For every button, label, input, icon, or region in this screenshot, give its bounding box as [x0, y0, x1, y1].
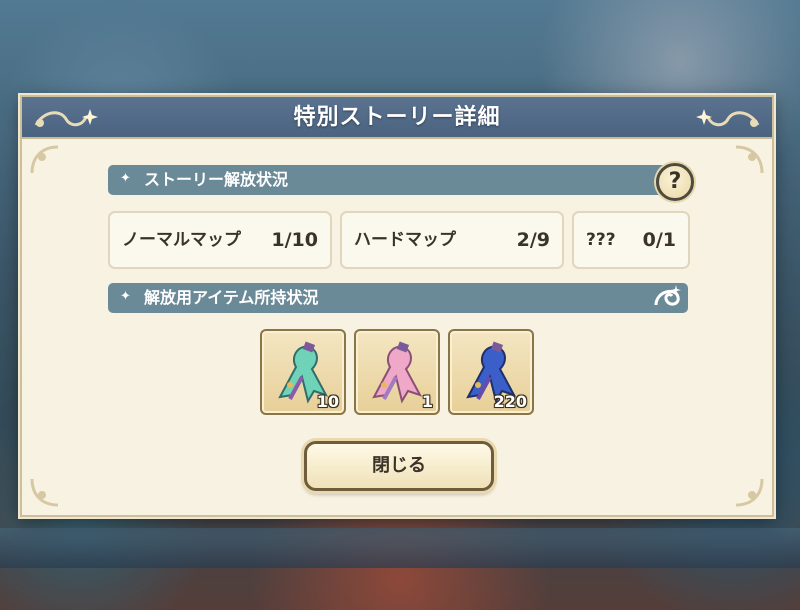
close-button[interactable]: 閉じる	[304, 441, 494, 491]
item-status-section-bar: ✦ 解放用アイテム所持状況	[108, 283, 688, 313]
dialog-header: 特別ストーリー詳細	[22, 97, 772, 139]
hard-map-status: ハードマップ 2/9	[340, 211, 564, 269]
dialog-title: 特別ストーリー詳細	[293, 105, 501, 130]
swirl-ornament-icon	[654, 285, 681, 306]
normal-map-status: ノーマルマップ 1/10	[108, 211, 332, 269]
story-status-section-bar: ✦ ストーリー解放状況	[108, 165, 688, 195]
corner-ornament-icon	[30, 145, 59, 174]
secret-map-status: ??? 0/1	[572, 211, 690, 269]
corner-ornament-icon	[735, 145, 764, 174]
map-progress: 1/10	[271, 229, 318, 251]
map-progress: 0/1	[642, 229, 676, 251]
item-slot-teal-ribbon[interactable]: 10	[260, 329, 346, 415]
story-status-label: ストーリー解放状況	[144, 170, 289, 189]
map-name: ハードマップ	[354, 230, 456, 250]
special-story-dialog: 特別ストーリー詳細 ✦ ストーリー解放状況 ? ノーマルマップ 1/10 ハード…	[20, 95, 774, 517]
sparkle-icon: ✦	[120, 289, 131, 304]
flourish-ornament-icon	[696, 109, 760, 127]
item-quantity: 1	[421, 392, 433, 411]
corner-ornament-icon	[30, 478, 59, 507]
item-quantity: 10	[316, 392, 339, 411]
help-button[interactable]: ?	[656, 163, 694, 201]
item-quantity: 220	[493, 392, 527, 411]
item-slot-pink-ribbon[interactable]: 1	[354, 329, 440, 415]
map-name: ???	[586, 230, 616, 250]
item-status-label: 解放用アイテム所持状況	[144, 288, 319, 307]
corner-ornament-icon	[735, 478, 764, 507]
map-progress: 2/9	[516, 229, 550, 251]
map-name: ノーマルマップ	[122, 230, 241, 250]
background-menu-bar	[0, 528, 800, 568]
item-slot-blue-ribbon[interactable]: 220	[448, 329, 534, 415]
sparkle-icon: ✦	[120, 171, 131, 186]
